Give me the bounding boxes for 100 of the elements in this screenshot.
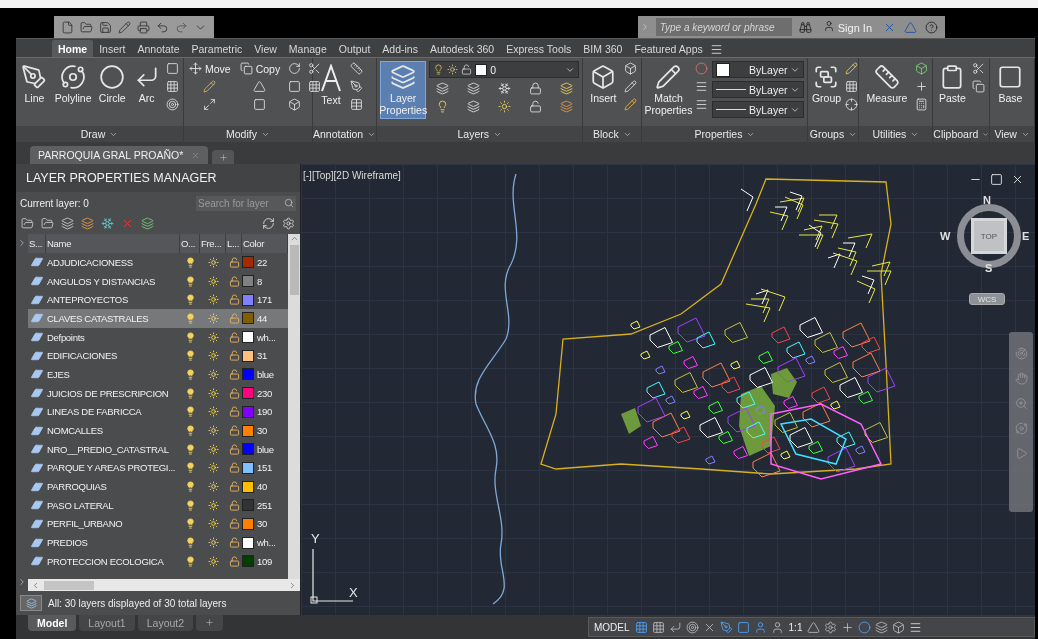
- layer-row[interactable]: JUICIOS DE PRESCRIPCION 230: [28, 383, 288, 403]
- ribbon-tool-button[interactable]: Circle: [96, 61, 129, 107]
- ribbon-tab[interactable]: Add-ins: [376, 40, 424, 57]
- layer-name: Defpoints: [46, 331, 86, 343]
- panel-title[interactable]: Layers: [377, 126, 583, 142]
- ribbon-tab[interactable]: BIM 360: [577, 40, 629, 57]
- layer-row[interactable]: ANGULOS Y DISTANCIAS 8: [28, 271, 288, 291]
- color-label: 31: [257, 350, 267, 362]
- viewcube-face[interactable]: TOP: [971, 218, 1007, 254]
- layer-name: LINEAS DE FABRICCA: [46, 406, 143, 418]
- color-dropdown[interactable]: ByLayer: [712, 61, 805, 78]
- ribbon-tab[interactable]: Autodesk 360: [423, 40, 501, 57]
- panel-title[interactable]: Clipboard: [933, 126, 990, 142]
- ribbon-tool-button[interactable]: Insert: [586, 61, 621, 107]
- ribbon-tool-button[interactable]: Arc: [131, 61, 162, 107]
- layer-name: EJES: [46, 368, 71, 380]
- layer-row[interactable]: CLAVES CATASTRALES 44: [28, 309, 288, 328]
- layer-row[interactable]: EDIFICACIONES 31: [28, 346, 288, 366]
- color-label: 251: [257, 499, 272, 511]
- layer-row[interactable]: PERFIL_URBANO 30: [28, 514, 288, 534]
- compass-label: E: [1022, 230, 1030, 242]
- layer-name: NRO__PREDIO_CATASTRAL: [46, 443, 170, 455]
- layer-row[interactable]: LINEAS DE FABRICCA 190: [28, 402, 288, 422]
- column-header[interactable]: O...: [180, 234, 200, 253]
- ribbon-tool-button[interactable]: Match Properties: [645, 61, 692, 119]
- ribbon-tab[interactable]: Manage: [282, 40, 333, 57]
- compass-label: N: [983, 194, 991, 206]
- document-tab[interactable]: PARROQUIA GRAL PROAÑO*: [30, 146, 209, 164]
- panel-title[interactable]: Utilities: [859, 126, 933, 142]
- ribbon-tool-button[interactable]: Copy: [237, 61, 283, 76]
- color-label: blue: [257, 368, 274, 380]
- current-layer-text: Current layer: 0: [20, 197, 89, 209]
- layout-tab[interactable]: Model: [28, 615, 77, 631]
- layer-row[interactable]: ADJUDICACIONESS 22: [28, 253, 288, 272]
- column-header[interactable]: Name: [46, 234, 180, 253]
- ribbon-tab[interactable]: Insert: [93, 40, 132, 57]
- panel-title[interactable]: View: [990, 126, 1034, 142]
- layer-row[interactable]: EJES blue: [28, 365, 288, 384]
- layer-row[interactable]: PARROQUIAS 40: [28, 477, 288, 496]
- layer-name: EDIFICACIONES: [46, 350, 118, 362]
- layer-count-text: All: 30 layers displayed of 30 total layers: [48, 597, 227, 609]
- color-label: 230: [257, 387, 272, 399]
- ribbon-tool-button[interactable]: Line: [19, 61, 50, 107]
- panel-title[interactable]: Modify: [184, 126, 312, 142]
- layer-search-field[interactable]: Search for layer: [196, 195, 296, 211]
- annotation-scale-button[interactable]: 1:1: [786, 621, 805, 633]
- model-space-button[interactable]: MODEL: [592, 621, 632, 633]
- ribbon-tab[interactable]: View: [248, 40, 283, 57]
- layer-name: CLAVES CATASTRALES: [46, 312, 150, 324]
- ribbon-tab[interactable]: Home: [52, 40, 94, 57]
- layer-row[interactable]: NOMCALLES 30: [28, 421, 288, 440]
- layer-row[interactable]: NRO__PREDIO_CATASTRAL blue: [28, 439, 288, 459]
- ribbon-tab[interactable]: Output: [332, 40, 377, 57]
- column-header[interactable]: S...: [28, 234, 46, 253]
- layer-name: NOMCALLES: [46, 425, 104, 437]
- ribbon-tool-button[interactable]: Polyline: [52, 61, 94, 107]
- color-label: 151: [257, 462, 272, 474]
- column-header[interactable]: Fre...: [200, 234, 226, 253]
- layer-row[interactable]: PROTECCION ECOLOGICA 109: [28, 552, 288, 571]
- layer-row[interactable]: PASO LATERAL 251: [28, 495, 288, 515]
- linetype-dropdown[interactable]: ByLayer: [712, 101, 805, 118]
- layer-row[interactable]: PREDIOS wh...: [28, 533, 288, 552]
- layer-name: ADJUDICACIONESS: [46, 256, 134, 268]
- panel-title[interactable]: Block: [583, 126, 642, 142]
- axis-label: Y: [311, 531, 320, 546]
- ribbon-tab[interactable]: Annotate: [131, 40, 186, 57]
- text-tool-button[interactable]: Text: [316, 61, 346, 109]
- viewport-controls-label[interactable]: [-][Top][2D Wireframe]: [303, 170, 401, 181]
- layout-tab[interactable]: Layout1: [79, 615, 135, 631]
- ribbon-tool-button[interactable]: Measure: [862, 61, 912, 107]
- ribbon-tool-button[interactable]: Move: [187, 61, 233, 76]
- search-field[interactable]: Type a keyword or phrase: [655, 18, 792, 36]
- layer-row[interactable]: ANTEPROYECTOS 171: [28, 290, 288, 310]
- color-label: wh...: [257, 331, 276, 343]
- panel-title[interactable]: Properties: [642, 126, 808, 142]
- palette-title: LAYER PROPERTIES MANAGER: [16, 164, 300, 192]
- layer-name: PASO LATERAL: [46, 499, 115, 511]
- ribbon-tab[interactable]: Express Tools: [500, 40, 578, 57]
- layer-name: PROTECCION ECOLOGICA: [46, 555, 165, 567]
- ribbon-tool-button[interactable]: Base: [993, 61, 1028, 107]
- column-header[interactable]: L...: [226, 234, 242, 253]
- ribbon-tab[interactable]: Parametric: [185, 40, 249, 57]
- color-label: 171: [257, 294, 272, 306]
- ribbon-tool-button[interactable]: Paste: [936, 61, 969, 107]
- layer-name: ANGULOS Y DISTANCIAS: [46, 275, 157, 287]
- ribbon-tool-button[interactable]: Group: [811, 61, 842, 107]
- layer-name: ANTEPROYECTOS: [46, 294, 129, 306]
- layer-row[interactable]: Defpoints wh...: [28, 327, 288, 347]
- layer-dropdown[interactable]: 0: [429, 61, 580, 78]
- panel-title[interactable]: Groups: [808, 126, 859, 142]
- compass-label: W: [940, 230, 951, 242]
- color-label: 30: [257, 425, 267, 437]
- color-label: 109: [257, 555, 272, 567]
- color-label: wh...: [257, 537, 276, 549]
- panel-title[interactable]: Draw: [16, 126, 183, 142]
- ribbon-tab[interactable]: Featured Apps: [628, 40, 709, 57]
- layer-row[interactable]: PARQUE Y AREAS PROTEGI... 151: [28, 458, 288, 478]
- panel-title[interactable]: Annotation: [313, 126, 377, 142]
- lineweight-dropdown[interactable]: ByLayer: [712, 81, 805, 98]
- layout-tab[interactable]: Layout2: [137, 615, 194, 631]
